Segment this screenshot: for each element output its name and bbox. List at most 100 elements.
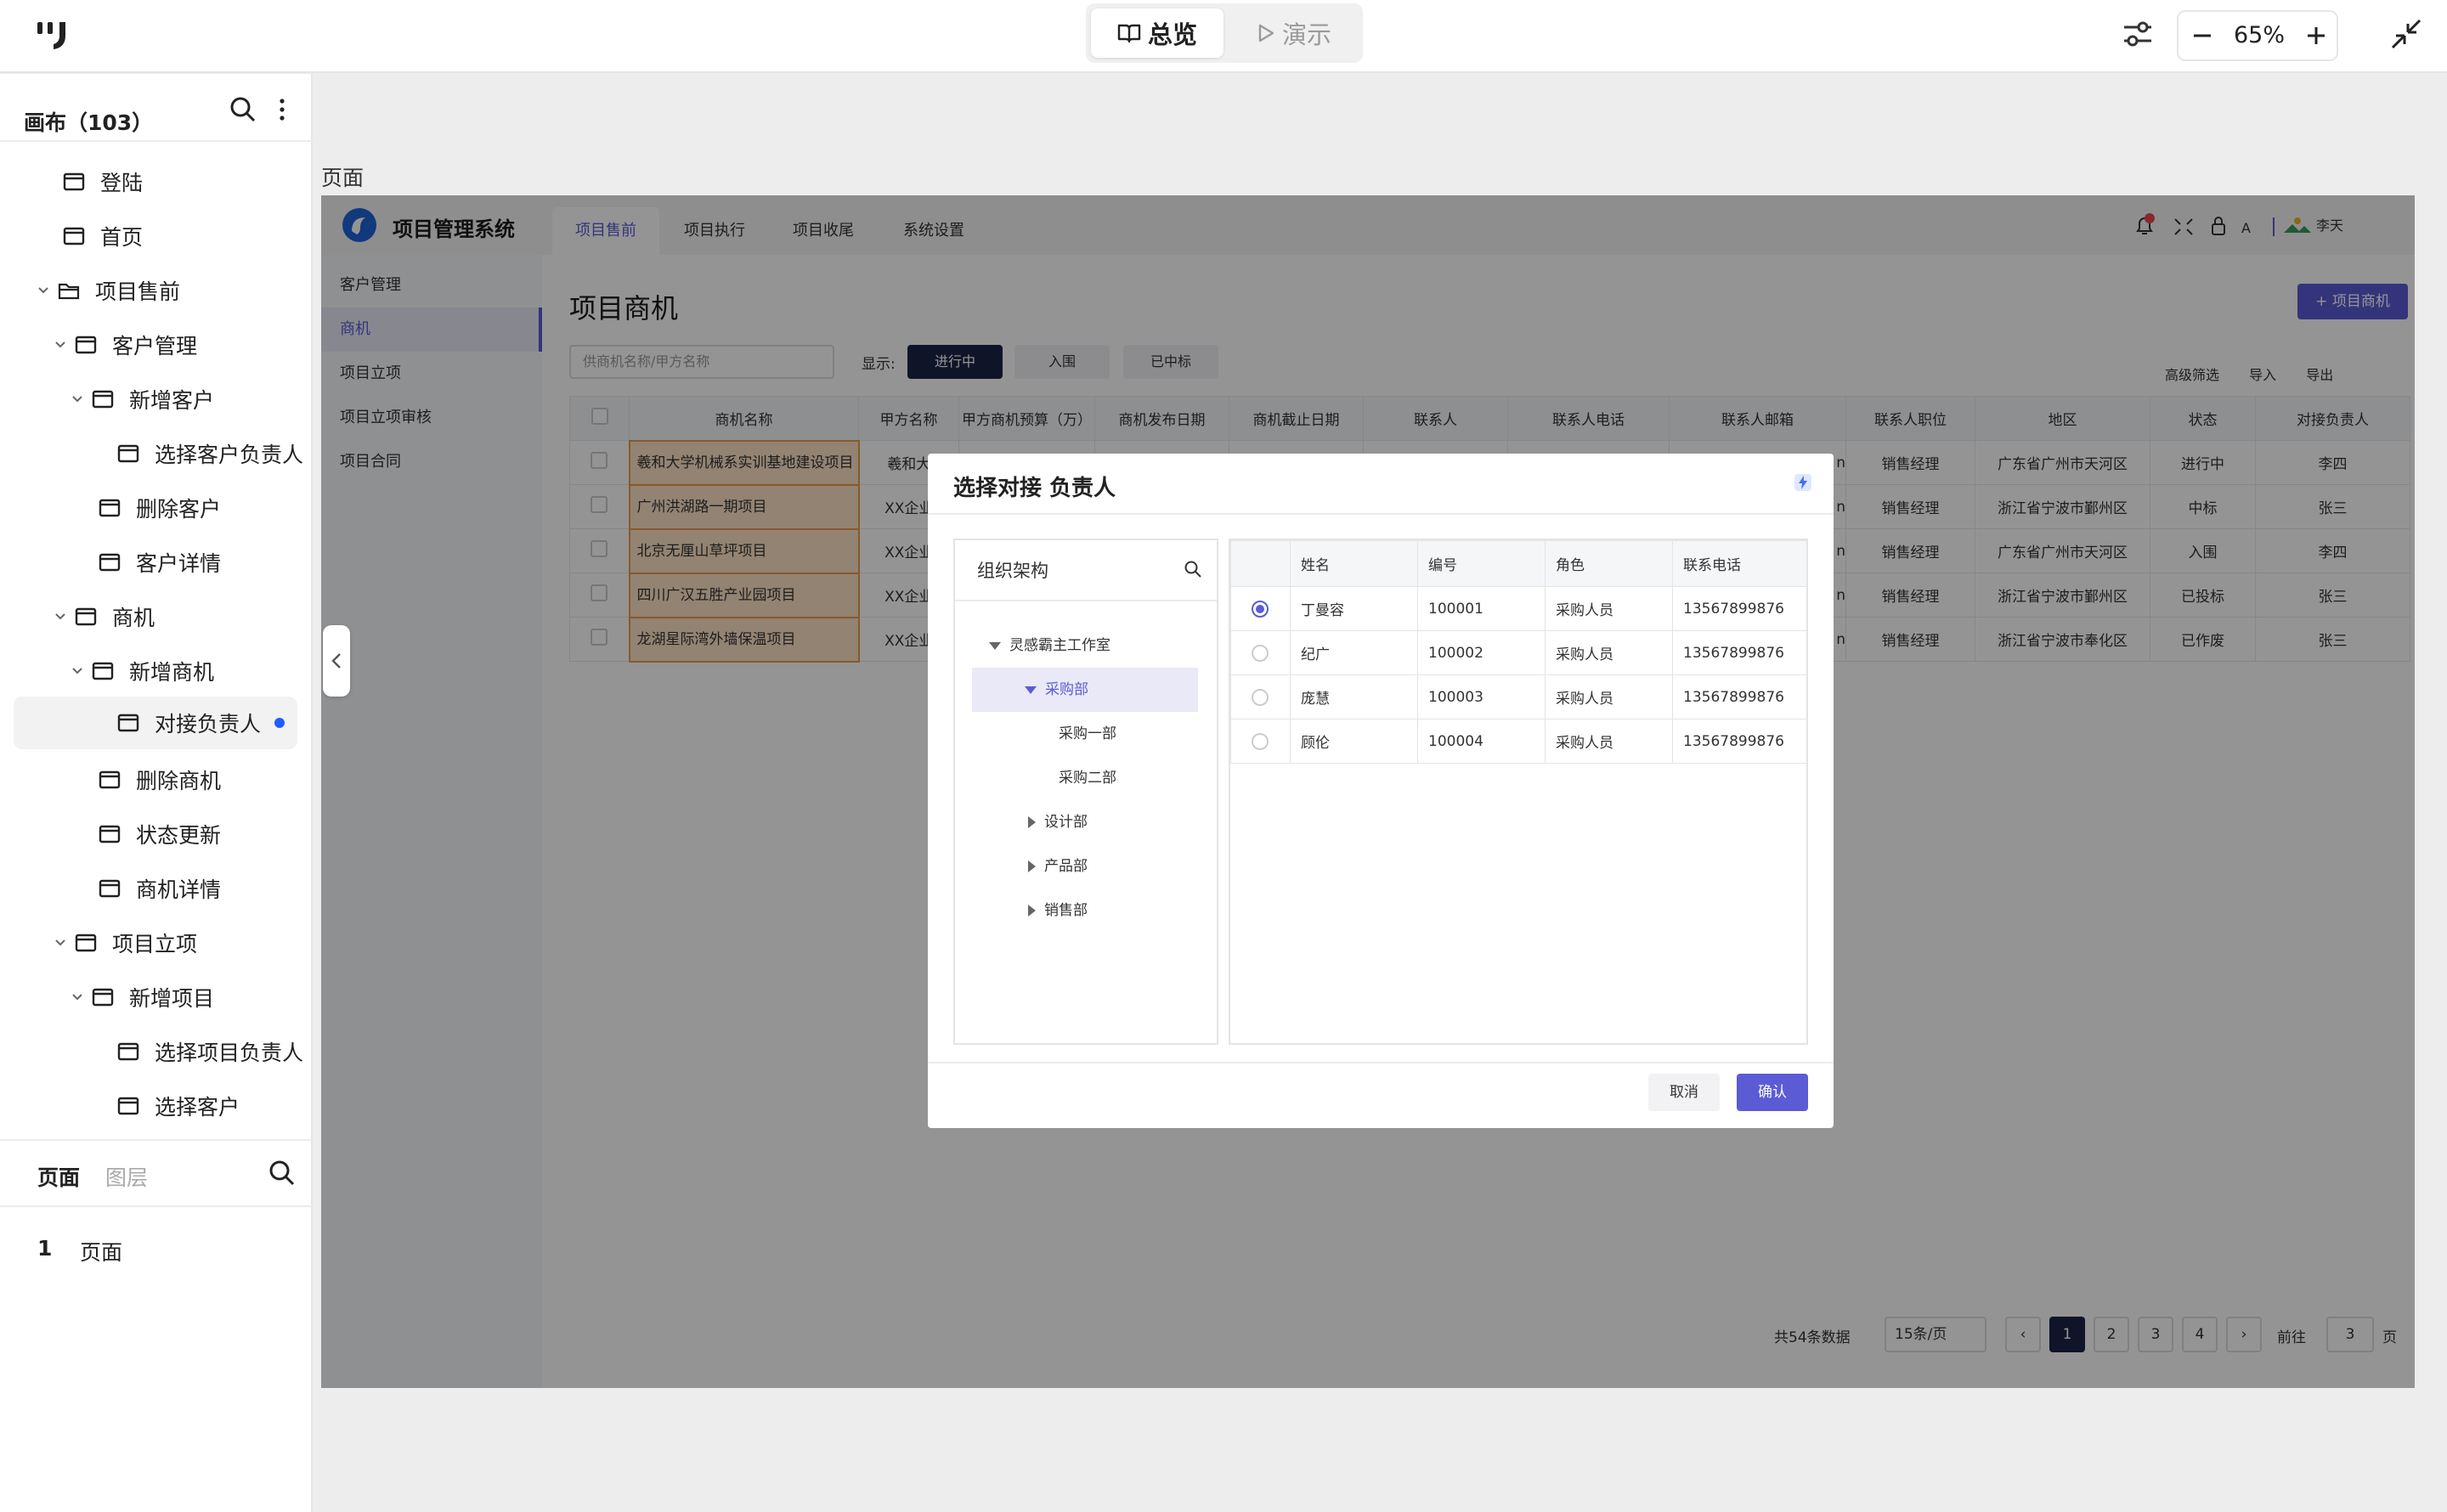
chevron-down-icon[interactable] xyxy=(51,336,70,354)
org-node-label: 采购部 xyxy=(1045,681,1088,698)
chevron-down-icon[interactable] xyxy=(68,662,87,680)
app-logo-icon[interactable] xyxy=(34,17,75,54)
collapse-sidebar-handle[interactable] xyxy=(323,625,350,697)
tree-item[interactable]: 新增商机 xyxy=(68,647,214,695)
column-header: 联系电话 xyxy=(1672,540,1807,587)
chevron-down-icon[interactable] xyxy=(68,390,87,409)
page-icon xyxy=(63,172,85,191)
tree-item[interactable]: 客户详情 xyxy=(99,539,221,586)
tree-item[interactable]: 商机 xyxy=(51,593,155,640)
tree-item-label: 对接负责人 xyxy=(155,712,262,736)
user-radio[interactable] xyxy=(1230,674,1291,719)
org-node[interactable]: 灵感霸主工作室 xyxy=(989,623,1110,668)
tree-item[interactable]: 新增项目 xyxy=(68,973,214,1021)
user-name: 纪广 xyxy=(1290,630,1418,675)
caret-right-icon[interactable] xyxy=(1028,905,1036,917)
tree-item-selected[interactable]: 对接负责人 xyxy=(14,697,297,749)
tab-overview[interactable]: 总览 xyxy=(1091,8,1224,58)
org-node-label: 销售部 xyxy=(1044,902,1088,919)
divider xyxy=(0,140,313,142)
folder-icon xyxy=(58,281,80,300)
tree-item[interactable]: 选择项目负责人 xyxy=(117,1028,303,1075)
org-node-label: 灵感霸主工作室 xyxy=(1009,637,1110,654)
org-node-label: 设计部 xyxy=(1044,814,1088,831)
org-node[interactable]: 设计部 xyxy=(1028,800,1088,844)
user-name: 丁曼容 xyxy=(1290,586,1418,631)
chevron-down-icon[interactable] xyxy=(34,281,53,300)
zoom-level[interactable]: 65% xyxy=(2223,12,2296,59)
user-id: 100001 xyxy=(1417,586,1546,631)
page-icon xyxy=(92,390,114,409)
divider xyxy=(928,1062,1834,1063)
tree-item[interactable]: 删除客户 xyxy=(99,484,221,532)
org-node[interactable]: 销售部 xyxy=(1028,889,1088,933)
user-role: 采购人员 xyxy=(1545,630,1673,675)
collapse-icon[interactable] xyxy=(2388,15,2425,53)
page-icon xyxy=(99,879,121,898)
select-owner-dialog: 选择对接 负责人 组织架构 灵感霸主工作室 采购部 采购一部 采购二部 设计部 … xyxy=(928,454,1834,1128)
sliders-icon[interactable] xyxy=(2119,15,2156,53)
tab-overview-label: 总览 xyxy=(1147,20,1197,49)
user-id: 100004 xyxy=(1417,719,1546,764)
chevron-down-icon[interactable] xyxy=(51,934,70,952)
tree-item[interactable]: 项目立项 xyxy=(51,919,197,967)
tab-pages[interactable]: 页面 xyxy=(37,1161,80,1192)
tree-item[interactable]: 项目售前 xyxy=(34,267,180,314)
tree-item[interactable]: 选择客户 xyxy=(117,1082,240,1130)
caret-down-icon[interactable] xyxy=(1025,685,1037,694)
tree-item[interactable]: 删除商机 xyxy=(99,756,221,804)
zoom-out-icon[interactable] xyxy=(2187,20,2218,51)
tab-present[interactable]: 演示 xyxy=(1230,8,1358,58)
table-row[interactable]: 顾伦 100004 采购人员 13567899876 xyxy=(1230,719,1807,764)
caret-right-icon[interactable] xyxy=(1028,860,1036,872)
tree-item[interactable]: 客户管理 xyxy=(51,321,197,369)
confirm-button[interactable]: 确认 xyxy=(1737,1074,1808,1111)
unsaved-dot xyxy=(274,718,285,728)
zoom-in-icon[interactable] xyxy=(2301,20,2331,51)
canvas-title: 画布（103） xyxy=(24,110,154,135)
tree-item[interactable]: 状态更新 xyxy=(99,810,221,858)
tree-item[interactable]: 登陆 xyxy=(63,158,143,206)
cancel-button[interactable]: 取消 xyxy=(1648,1074,1720,1111)
chevron-down-icon[interactable] xyxy=(51,607,70,626)
user-radio[interactable] xyxy=(1230,586,1291,631)
page-icon xyxy=(117,444,139,463)
page-list-item[interactable]: 页面 xyxy=(80,1236,122,1267)
table-row[interactable]: 丁曼容 100001 采购人员 13567899876 xyxy=(1230,586,1807,631)
frame-label[interactable]: 页面 xyxy=(321,161,364,192)
user-table: 姓名 编号 角色 联系电话 丁曼容 100001 采购人员 1356789987… xyxy=(1230,540,1807,764)
page-icon xyxy=(92,988,114,1007)
tab-layers[interactable]: 图层 xyxy=(105,1161,148,1192)
org-node[interactable]: 采购一部 xyxy=(1059,712,1116,756)
table-header: 姓名 编号 角色 联系电话 xyxy=(1230,540,1807,587)
org-node[interactable]: 采购二部 xyxy=(1059,756,1116,800)
search-icon[interactable] xyxy=(265,1156,299,1190)
prototype-frame: 项目管理系统 项目售前 项目执行 项目收尾 系统设置 A 李天 客户管理 商机 … xyxy=(321,195,2415,1388)
top-toolbar: 总览 演示 65% xyxy=(0,0,2447,73)
play-icon xyxy=(1257,23,1275,43)
tree-item-label: 选择项目负责人 xyxy=(155,1041,304,1065)
tree-item[interactable]: 商机详情 xyxy=(99,865,221,912)
page-icon xyxy=(92,662,114,680)
user-phone: 13567899876 xyxy=(1672,630,1807,675)
user-radio[interactable] xyxy=(1230,719,1291,764)
tree-item[interactable]: 首页 xyxy=(63,212,143,260)
user-id: 100002 xyxy=(1417,630,1546,675)
org-node[interactable]: 产品部 xyxy=(1028,844,1088,889)
caret-right-icon[interactable] xyxy=(1028,816,1036,828)
search-icon[interactable] xyxy=(226,93,260,127)
table-row[interactable]: 纪广 100002 采购人员 13567899876 xyxy=(1230,630,1807,675)
tree-item-label: 登陆 xyxy=(100,171,144,195)
user-radio[interactable] xyxy=(1230,630,1291,675)
divider xyxy=(955,600,1217,601)
tree-item[interactable]: 新增客户 xyxy=(68,375,214,423)
caret-down-icon[interactable] xyxy=(989,641,1001,650)
tree-item[interactable]: 选择客户负责人 xyxy=(117,430,303,477)
table-row[interactable]: 庞慧 100003 采购人员 13567899876 xyxy=(1230,674,1807,719)
org-node-selected[interactable]: 采购部 xyxy=(972,668,1198,712)
more-icon[interactable] xyxy=(265,93,299,127)
tree-item-label: 商机详情 xyxy=(136,877,222,902)
interaction-badge-icon[interactable] xyxy=(1793,472,1813,493)
chevron-down-icon[interactable] xyxy=(68,988,87,1007)
search-icon[interactable] xyxy=(1183,559,1203,579)
